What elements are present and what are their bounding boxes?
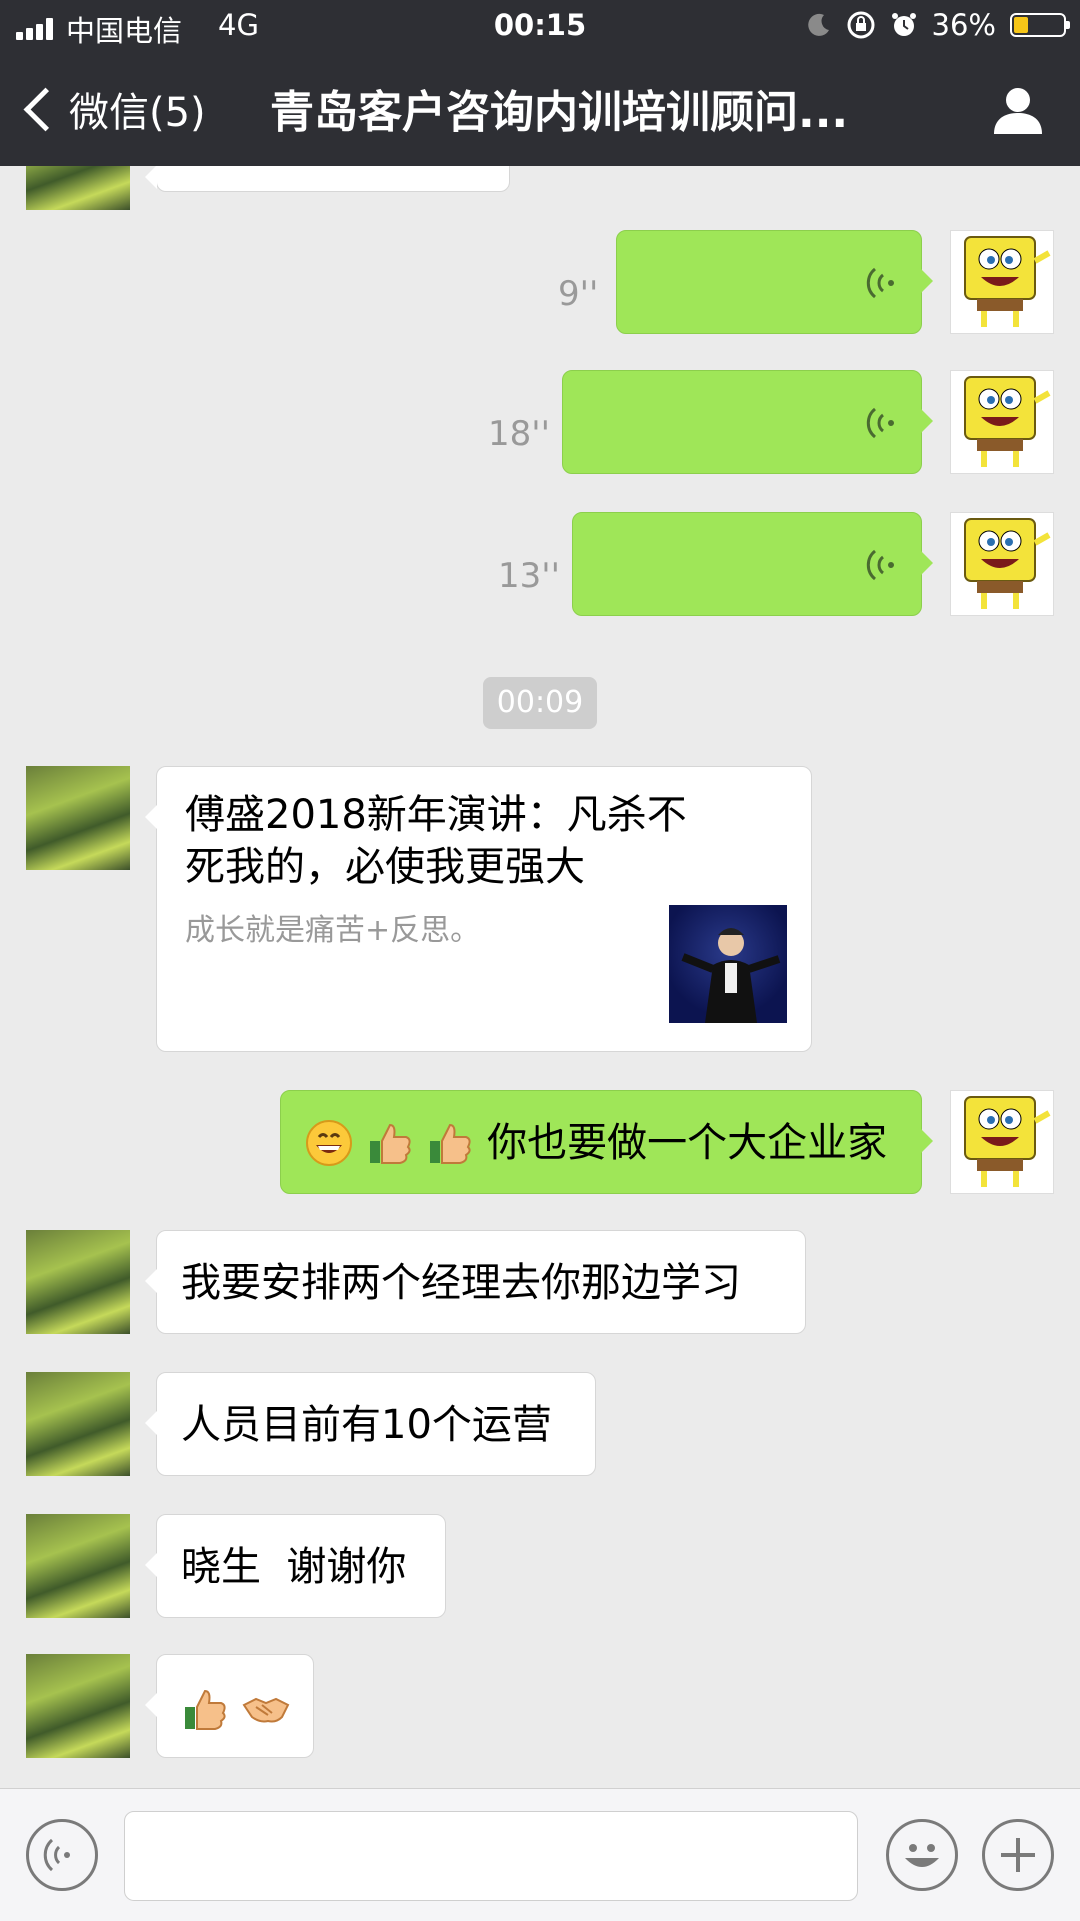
battery-percent: 36% bbox=[931, 8, 996, 42]
spongebob-avatar-icon bbox=[964, 518, 1051, 609]
message-bubble[interactable] bbox=[145, 166, 510, 192]
avatar[interactable] bbox=[26, 1372, 130, 1476]
voice-mode-icon bbox=[43, 1838, 70, 1872]
voice-wave-icon bbox=[866, 549, 894, 581]
speaker-thumbnail-image bbox=[681, 928, 781, 1023]
do-not-disturb-moon-icon bbox=[807, 13, 829, 36]
avatar[interactable] bbox=[26, 766, 130, 870]
voice-mode-button[interactable] bbox=[26, 1819, 98, 1891]
chevron-left-icon bbox=[23, 87, 68, 131]
link-card-thumbnail bbox=[669, 905, 787, 1023]
chat-title: 青岛客户咨询内训培训顾问... bbox=[270, 87, 849, 138]
timestamp-chip: 00:09 bbox=[483, 677, 597, 729]
navigation-bar: 微信(5) 青岛客户咨询内训培训顾问... bbox=[0, 54, 1080, 166]
link-card-description: 成长就是痛苦+反思。 bbox=[185, 913, 481, 948]
grinning-face-emoji bbox=[306, 1120, 352, 1166]
avatar[interactable] bbox=[950, 230, 1054, 334]
emoji-button[interactable] bbox=[886, 1819, 958, 1891]
message-text: 人员目前有10个运营 bbox=[181, 1402, 552, 1448]
message-text: 晓生 谢谢你 bbox=[181, 1544, 407, 1590]
avatar[interactable] bbox=[26, 166, 130, 210]
rotation-lock-icon bbox=[847, 11, 875, 39]
avatar[interactable] bbox=[26, 1654, 130, 1758]
voice-wave-icon bbox=[866, 267, 894, 299]
message-content bbox=[157, 1655, 313, 1759]
status-right-group: 36% bbox=[806, 8, 1070, 42]
chat-input-bar bbox=[0, 1788, 1080, 1921]
back-label: 微信(5) bbox=[69, 90, 206, 136]
message-text: 我要安排两个经理去你那边学习 bbox=[181, 1260, 741, 1306]
status-bar: 中国电信 4G 00:15 36% bbox=[0, 0, 1080, 54]
back-button[interactable]: 微信(5) bbox=[20, 80, 206, 138]
voice-wave-icon bbox=[866, 407, 894, 439]
avatar[interactable] bbox=[950, 370, 1054, 474]
voice-message-bubble[interactable] bbox=[562, 370, 933, 474]
handshake-emoji bbox=[242, 1697, 290, 1723]
message-text: 你也要做一个大企业家 bbox=[487, 1120, 888, 1166]
avatar[interactable] bbox=[950, 1090, 1054, 1194]
message-bubble[interactable]: 你也要做一个大企业家 bbox=[280, 1090, 933, 1194]
group-info-person-icon[interactable] bbox=[992, 84, 1044, 136]
thumbs-up-emoji bbox=[430, 1123, 472, 1164]
avatar[interactable] bbox=[950, 512, 1054, 616]
alarm-clock-icon bbox=[891, 13, 916, 36]
thumbs-up-emoji bbox=[185, 1689, 226, 1730]
message-input[interactable] bbox=[124, 1811, 858, 1901]
plus-icon bbox=[1001, 1838, 1035, 1872]
more-options-button[interactable] bbox=[982, 1819, 1054, 1891]
emoji-icon bbox=[905, 1844, 939, 1867]
link-card-message[interactable]: 傅盛2018新年演讲：凡杀不死我的，必使我更强大 成长就是痛苦+反思。 bbox=[145, 766, 812, 1052]
voice-message-bubble[interactable] bbox=[616, 230, 933, 334]
thumbs-up-emoji bbox=[369, 1123, 411, 1164]
message-content: 你也要做一个大企业家 bbox=[281, 1091, 921, 1193]
voice-duration: 18'' bbox=[488, 414, 550, 454]
message-bubble[interactable]: 晓生 谢谢你 bbox=[145, 1514, 446, 1618]
battery-icon bbox=[1010, 13, 1070, 37]
avatar[interactable] bbox=[26, 1514, 130, 1618]
avatar[interactable] bbox=[26, 1230, 130, 1334]
spongebob-avatar-icon bbox=[964, 236, 1051, 327]
chat-message-list[interactable]: 9'' 18'' 13'' 00:09 傅盛2018新年演讲：凡杀不死我的，必使… bbox=[0, 166, 1080, 1788]
message-bubble[interactable] bbox=[145, 1654, 314, 1759]
voice-message-bubble[interactable] bbox=[572, 512, 933, 616]
spongebob-avatar-icon bbox=[964, 376, 1051, 467]
spongebob-avatar-icon bbox=[964, 1096, 1051, 1187]
message-bubble[interactable]: 我要安排两个经理去你那边学习 bbox=[145, 1230, 806, 1334]
voice-duration: 9'' bbox=[558, 274, 599, 314]
top-bar: 中国电信 4G 00:15 36% 微信(5) 青岛客户咨询内训培训顾问... bbox=[0, 0, 1080, 166]
link-card-title: 傅盛2018新年演讲：凡杀不死我的，必使我更强大 bbox=[185, 792, 687, 890]
message-bubble[interactable]: 人员目前有10个运营 bbox=[145, 1372, 596, 1476]
voice-duration: 13'' bbox=[498, 556, 560, 596]
